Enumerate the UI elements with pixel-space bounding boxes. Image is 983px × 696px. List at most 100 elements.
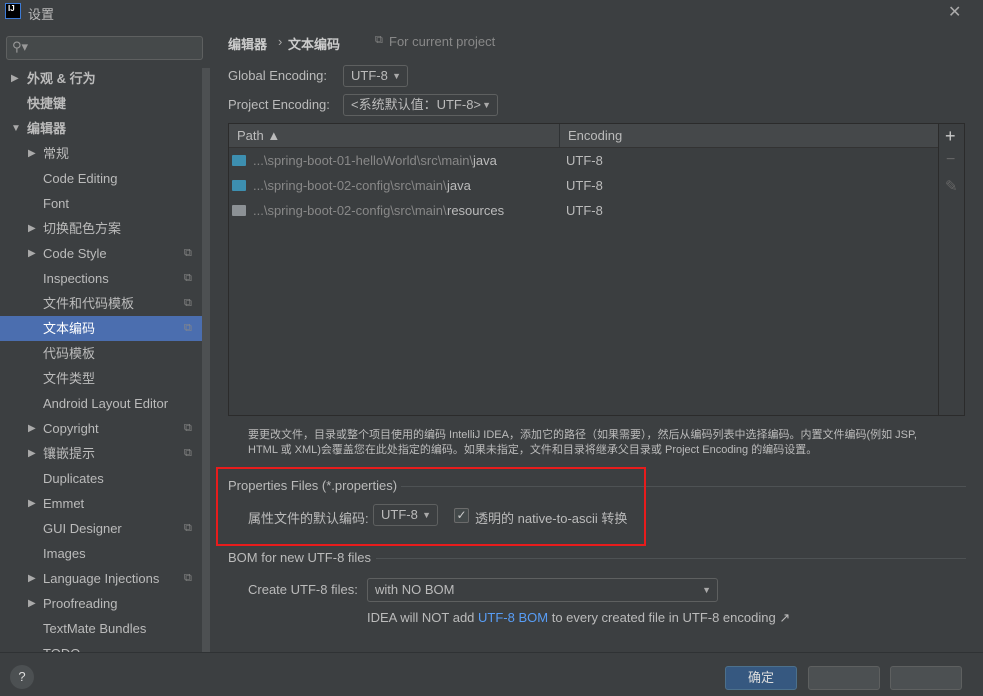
create-utf8-label: Create UTF-8 files: — [248, 582, 358, 597]
settings-search-input[interactable]: ⚲▾ — [6, 36, 203, 60]
window-title: 设置 — [28, 7, 55, 22]
sidebar-item[interactable]: Font — [0, 191, 202, 216]
sidebar-item[interactable]: ▶ Copyright ⧉ — [0, 416, 202, 441]
table-row[interactable]: ...\spring-boot-01-helloWorld\src\main\ j… — [229, 148, 938, 173]
chevron-right-icon[interactable]: ▶ — [28, 441, 36, 466]
project-encoding-value: <系统默认值：UTF-8> — [351, 97, 482, 112]
cancel-button[interactable] — [808, 666, 880, 690]
chevron-down-icon: ▼ — [702, 585, 711, 595]
project-scope-icon: ⧉ — [184, 297, 192, 309]
close-icon[interactable]: ✕ — [948, 2, 961, 22]
sidebar-item-label: 镶嵌提示 — [43, 446, 96, 461]
hint-line-1: 要更改文件，目录或整个项目使用的编码 IntelliJ IDEA，添加它的路径（… — [248, 429, 917, 441]
chevron-right-icon[interactable]: ▶ — [28, 491, 36, 516]
bom-note-text-end: to every created file in UTF-8 encoding … — [548, 610, 791, 625]
project-scope-icon: ⧉ — [184, 322, 192, 334]
sidebar-item[interactable]: 文件类型 — [0, 366, 202, 391]
sidebar-item[interactable]: Code Editing — [0, 166, 202, 191]
sidebar-item[interactable]: ▶ Language Injections ⧉ — [0, 566, 202, 591]
breadcrumb-separator: › — [278, 34, 283, 49]
sidebar-item-label: 切换配色方案 — [43, 221, 122, 236]
project-scope-icon: ⧉ — [184, 247, 192, 259]
sidebar-item[interactable]: Duplicates — [0, 466, 202, 491]
main-panel: 编辑器 › 文本编码 ⧉ For current project Global … — [211, 24, 983, 652]
project-encoding-select[interactable]: <系统默认值：UTF-8> ▼ — [343, 94, 498, 116]
sidebar-item[interactable]: ▶ Emmet — [0, 491, 202, 516]
sidebar-item-label: Code Editing — [43, 171, 118, 186]
column-header-encoding[interactable]: Encoding — [568, 128, 622, 143]
sidebar-item[interactable]: ▼ 编辑器 — [0, 116, 202, 141]
remove-icon[interactable]: − — [946, 151, 955, 169]
path-prefix: ...\spring-boot-02-config\src\main\ — [253, 203, 447, 218]
sidebar-item-label: 编辑器 — [27, 121, 67, 136]
path-name: resources — [447, 203, 505, 218]
utf8-bom-link[interactable]: UTF-8 BOM — [478, 610, 548, 625]
sidebar-item-label: Android Layout Editor — [43, 396, 169, 411]
sidebar-item-label: Language Injections — [43, 571, 160, 586]
bom-note-text: IDEA will NOT add — [367, 610, 479, 625]
apply-button[interactable] — [890, 666, 962, 690]
sidebar-item[interactable]: 文件和代码模板 ⧉ — [0, 291, 202, 316]
sidebar-item-label: Duplicates — [43, 471, 104, 486]
table-header: Path ▲ Encoding — [229, 124, 938, 148]
chevron-right-icon[interactable]: ▶ — [28, 141, 36, 166]
encoding-cell: UTF-8 — [566, 178, 603, 193]
project-encoding-label: Project Encoding: — [228, 97, 330, 112]
bom-select[interactable]: with NO BOM ▼ — [367, 578, 718, 602]
chevron-right-icon[interactable]: ▶ — [28, 216, 36, 241]
table-row[interactable]: ...\spring-boot-02-config\src\main\ resou… — [229, 198, 938, 223]
chevron-right-icon[interactable]: ▶ — [11, 66, 19, 91]
sidebar-item-label: GUI Designer — [43, 521, 122, 536]
chevron-down-icon[interactable]: ▼ — [11, 116, 21, 141]
sidebar-item[interactable]: ▶ 常规 — [0, 141, 202, 166]
path-prefix: ...\spring-boot-02-config\src\main\ — [253, 178, 447, 193]
sidebar-scrollbar[interactable] — [202, 68, 210, 652]
help-button[interactable]: ? — [10, 665, 34, 689]
chevron-right-icon[interactable]: ▶ — [28, 591, 36, 616]
sidebar-item-label: Copyright — [43, 421, 99, 436]
sidebar-item[interactable]: 文本编码 ⧉ — [0, 316, 202, 341]
breadcrumb-current: 文本编码 — [288, 37, 341, 52]
sidebar-item[interactable]: ▶ 切换配色方案 — [0, 216, 202, 241]
sidebar-item-label: Images — [43, 546, 86, 561]
global-encoding-select[interactable]: UTF-8 ▼ — [343, 65, 408, 87]
sidebar-item[interactable]: 代码模板 — [0, 341, 202, 366]
breadcrumb-parent: 编辑器 — [228, 37, 268, 52]
encoding-table: Path ▲ Encoding ...\spring-boot-01-hello… — [228, 123, 939, 416]
settings-sidebar: ⚲▾ ▶ 外观 & 行为 快捷键 ▼ 编辑器 ▶ 常规 Code Editing Font ▶ 切换… — [0, 24, 211, 652]
sidebar-item[interactable]: GUI Designer ⧉ — [0, 516, 202, 541]
sidebar-item[interactable]: Images — [0, 541, 202, 566]
sidebar-item[interactable]: ▶ 镶嵌提示 ⧉ — [0, 441, 202, 466]
sidebar-item[interactable]: TODO — [0, 641, 202, 652]
chevron-down-icon: ▼ — [482, 100, 491, 110]
edit-icon[interactable]: ✎ — [945, 177, 958, 195]
sidebar-item-label: Proofreading — [43, 596, 118, 611]
sidebar-item[interactable]: TextMate Bundles — [0, 616, 202, 641]
sidebar-item-label: 文件和代码模板 — [43, 296, 135, 311]
bom-note: IDEA will NOT add UTF-8 BOM to every cre… — [367, 610, 790, 626]
global-encoding-label: Global Encoding: — [228, 68, 328, 83]
project-scope-icon: ⧉ — [184, 572, 192, 584]
sidebar-item-label: 代码模板 — [43, 346, 96, 361]
sidebar-item[interactable]: ▶ 外观 & 行为 — [0, 66, 202, 91]
column-header-path[interactable]: Path ▲ — [237, 128, 280, 143]
hint-line-2: HTML 或 XML)会覆盖您在此处指定的编码。如果未指定，文件和目录将继承父目… — [248, 444, 818, 456]
chevron-right-icon[interactable]: ▶ — [28, 566, 36, 591]
global-encoding-value: UTF-8 — [351, 68, 388, 83]
path-name: java — [473, 153, 497, 168]
sidebar-item[interactable]: ▶ Proofreading — [0, 591, 202, 616]
table-row[interactable]: ...\spring-boot-02-config\src\main\ java U… — [229, 173, 938, 198]
table-toolbar: + − ✎ — [939, 123, 965, 416]
sidebar-item[interactable]: 快捷键 — [0, 91, 202, 116]
chevron-right-icon[interactable]: ▶ — [28, 241, 36, 266]
sidebar-item-label: TextMate Bundles — [43, 621, 147, 636]
sidebar-item[interactable]: Inspections ⧉ — [0, 266, 202, 291]
chevron-down-icon: ▼ — [392, 71, 401, 81]
sidebar-item-label: 文本编码 — [43, 321, 96, 336]
add-icon[interactable]: + — [945, 126, 956, 147]
sidebar-item[interactable]: ▶ Code Style ⧉ — [0, 241, 202, 266]
ok-button[interactable]: 确定 — [725, 666, 797, 690]
chevron-right-icon[interactable]: ▶ — [28, 416, 36, 441]
sidebar-item[interactable]: Android Layout Editor — [0, 391, 202, 416]
project-scope-icon: ⧉ — [184, 422, 192, 434]
